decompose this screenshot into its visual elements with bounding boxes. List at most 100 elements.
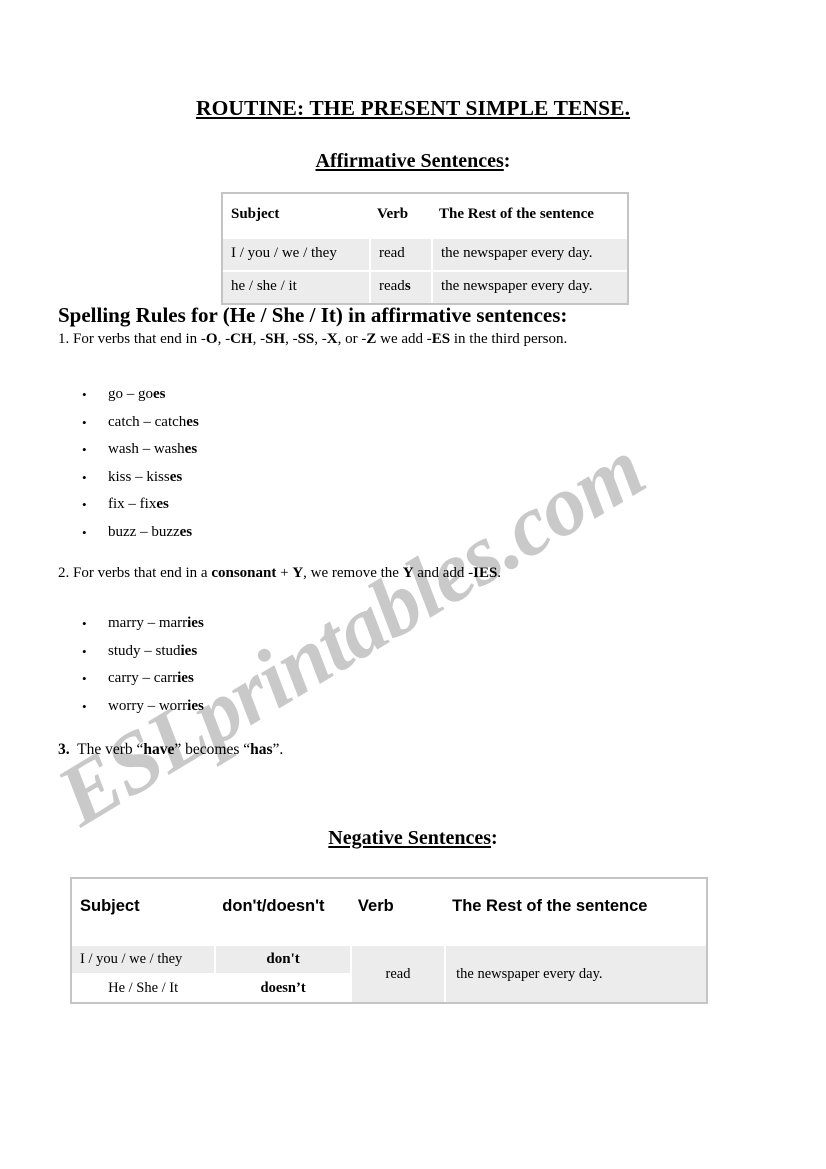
table-header-row: Subject Verb The Rest of the sentence (223, 194, 627, 237)
column-header-subject: Subject (72, 879, 215, 944)
list-item: wash – washes (58, 436, 199, 464)
example-suffix: ies (187, 615, 204, 631)
spelling-rule-1: 1. For verbs that end in -O, -CH, -SH, -… (58, 331, 567, 348)
affirmative-heading-colon: : (503, 150, 511, 172)
column-header-subject: Subject (223, 194, 369, 237)
cell-subject: I / you / we / they (72, 944, 215, 973)
rule2-bold-y1: Y (292, 565, 304, 581)
table-row: he / she / it reads the newspaper every … (223, 270, 627, 303)
example-suffix: es (179, 523, 193, 540)
rule3-text-3: ”. (272, 741, 284, 758)
rule3-text-1: The verb “ (69, 741, 144, 758)
example-stem: buzz – buzz (108, 523, 180, 540)
rule3-bold-have: have (143, 741, 175, 758)
verb-stem: read (379, 245, 405, 262)
affirmative-heading-text: Affirmative Sentences (315, 150, 504, 172)
example-stem: wash – wash (108, 441, 185, 457)
rule2-text-1: 2. For verbs that end in a (58, 565, 212, 581)
column-header-verb: Verb (369, 194, 431, 237)
rule3-text-2: ” becomes “ (174, 741, 251, 758)
rule1-bold-sh: SH (265, 331, 286, 347)
example-stem: worry – worr (108, 697, 188, 714)
cell-verb: reads (369, 270, 431, 303)
cell-subject: he / she / it (223, 270, 369, 303)
rule1-text-3: , - (252, 331, 266, 347)
worksheet-page: ROUTINE: THE PRESENT SIMPLE TENSE. Affir… (0, 0, 826, 1169)
rule1-bold-ss: SS (297, 331, 315, 347)
list-item: carry – carries (58, 665, 204, 693)
table-row: I / you / we / they read the newspaper e… (223, 237, 627, 270)
rule1-bold-z: Z (366, 331, 377, 347)
column-header-verb: Verb (349, 879, 445, 944)
rule1-bold-x: X (326, 331, 338, 347)
rule3-bold-has: has (250, 741, 273, 758)
rule2-example-list: marry – marries study – studies carry – … (58, 610, 204, 720)
table-header-row: Subject don't/doesn't Verb The Rest of t… (72, 879, 706, 944)
spelling-rules-heading: Spelling Rules for (He / She / It) in af… (58, 303, 568, 327)
table-row: I / you / we / they don't read the newsp… (72, 944, 706, 1002)
column-header-rest: The Rest of the sentence (444, 879, 706, 944)
rule3-number: 3. (58, 741, 70, 758)
page-title: ROUTINE: THE PRESENT SIMPLE TENSE. (0, 96, 826, 121)
rule1-text-8: in the third person. (450, 331, 568, 347)
example-suffix: ies (180, 642, 198, 659)
negative-heading-colon: : (491, 827, 498, 849)
list-item: worry – worries (58, 693, 204, 721)
rule1-bold-o: O (205, 331, 218, 347)
spelling-rule-3: 3. The verb “have” becomes “has”. (58, 741, 283, 759)
verb-suffix: s (404, 278, 411, 295)
negative-sentences-table: Subject don't/doesn't Verb The Rest of t… (70, 877, 708, 1004)
cell-rest: the newspaper every day. (431, 237, 627, 270)
example-suffix: ies (177, 670, 194, 686)
example-suffix: es (184, 441, 198, 457)
example-stem: marry – marr (108, 615, 188, 631)
list-item: study – studies (58, 638, 204, 666)
list-item: catch – catches (58, 409, 199, 437)
rule2-bold-ies: IES (473, 565, 498, 581)
list-item: go – goes (58, 381, 199, 409)
cell-subject: He / She / It (72, 973, 215, 1002)
rule2-text-2: + (276, 565, 293, 581)
verb-stem: read (379, 278, 405, 295)
list-item: kiss – kisses (58, 464, 199, 492)
example-stem: go – go (108, 386, 153, 402)
rule1-example-list: go – goes catch – catches wash – washes … (58, 381, 199, 546)
rule1-bold-es: ES (431, 331, 451, 347)
list-item: buzz – buzzes (58, 519, 199, 547)
cell-rest: the newspaper every day. (431, 270, 627, 303)
rule1-text-5: , - (314, 331, 327, 347)
example-suffix: es (169, 468, 183, 485)
example-stem: fix – fix (108, 496, 157, 512)
cell-auxiliary: don't (214, 944, 350, 973)
rule2-text-5: . (497, 565, 502, 581)
cell-rest: the newspaper every day. (444, 944, 706, 1002)
spelling-rule-2: 2. For verbs that end in a consonant + Y… (58, 565, 501, 582)
rule1-text-6: , or - (337, 331, 367, 347)
example-stem: study – stud (108, 642, 181, 659)
example-suffix: ies (187, 697, 204, 714)
rule2-text-4: and add - (413, 565, 474, 581)
example-suffix: es (156, 496, 169, 512)
cell-auxiliary: doesn’t (214, 973, 350, 1002)
example-stem: catch – catch (108, 413, 187, 430)
example-stem: carry – carr (108, 670, 178, 686)
list-item: marry – marries (58, 610, 204, 638)
cell-verb: read (369, 237, 431, 270)
example-suffix: es (186, 413, 199, 430)
rule2-text-3: , we remove the (303, 565, 403, 581)
column-header-aux: don't/doesn't (214, 879, 350, 944)
negative-section-heading: Negative Sentences: (0, 827, 826, 850)
affirmative-section-heading: Affirmative Sentences: (0, 150, 826, 173)
negative-heading-text: Negative Sentences (328, 827, 492, 849)
rule2-bold-y2: Y (402, 565, 414, 581)
example-stem: kiss – kiss (108, 468, 170, 485)
rule1-text-7: we add - (376, 331, 432, 347)
example-suffix: es (153, 386, 166, 402)
rule1-text-2: , - (217, 331, 231, 347)
rule1-bold-ch: CH (230, 331, 253, 347)
list-item: fix – fixes (58, 491, 199, 519)
cell-verb: read (349, 944, 445, 1002)
rule1-text-4: , - (285, 331, 298, 347)
rule1-text-1: 1. For verbs that end in - (58, 331, 206, 347)
column-header-rest: The Rest of the sentence (431, 194, 627, 237)
